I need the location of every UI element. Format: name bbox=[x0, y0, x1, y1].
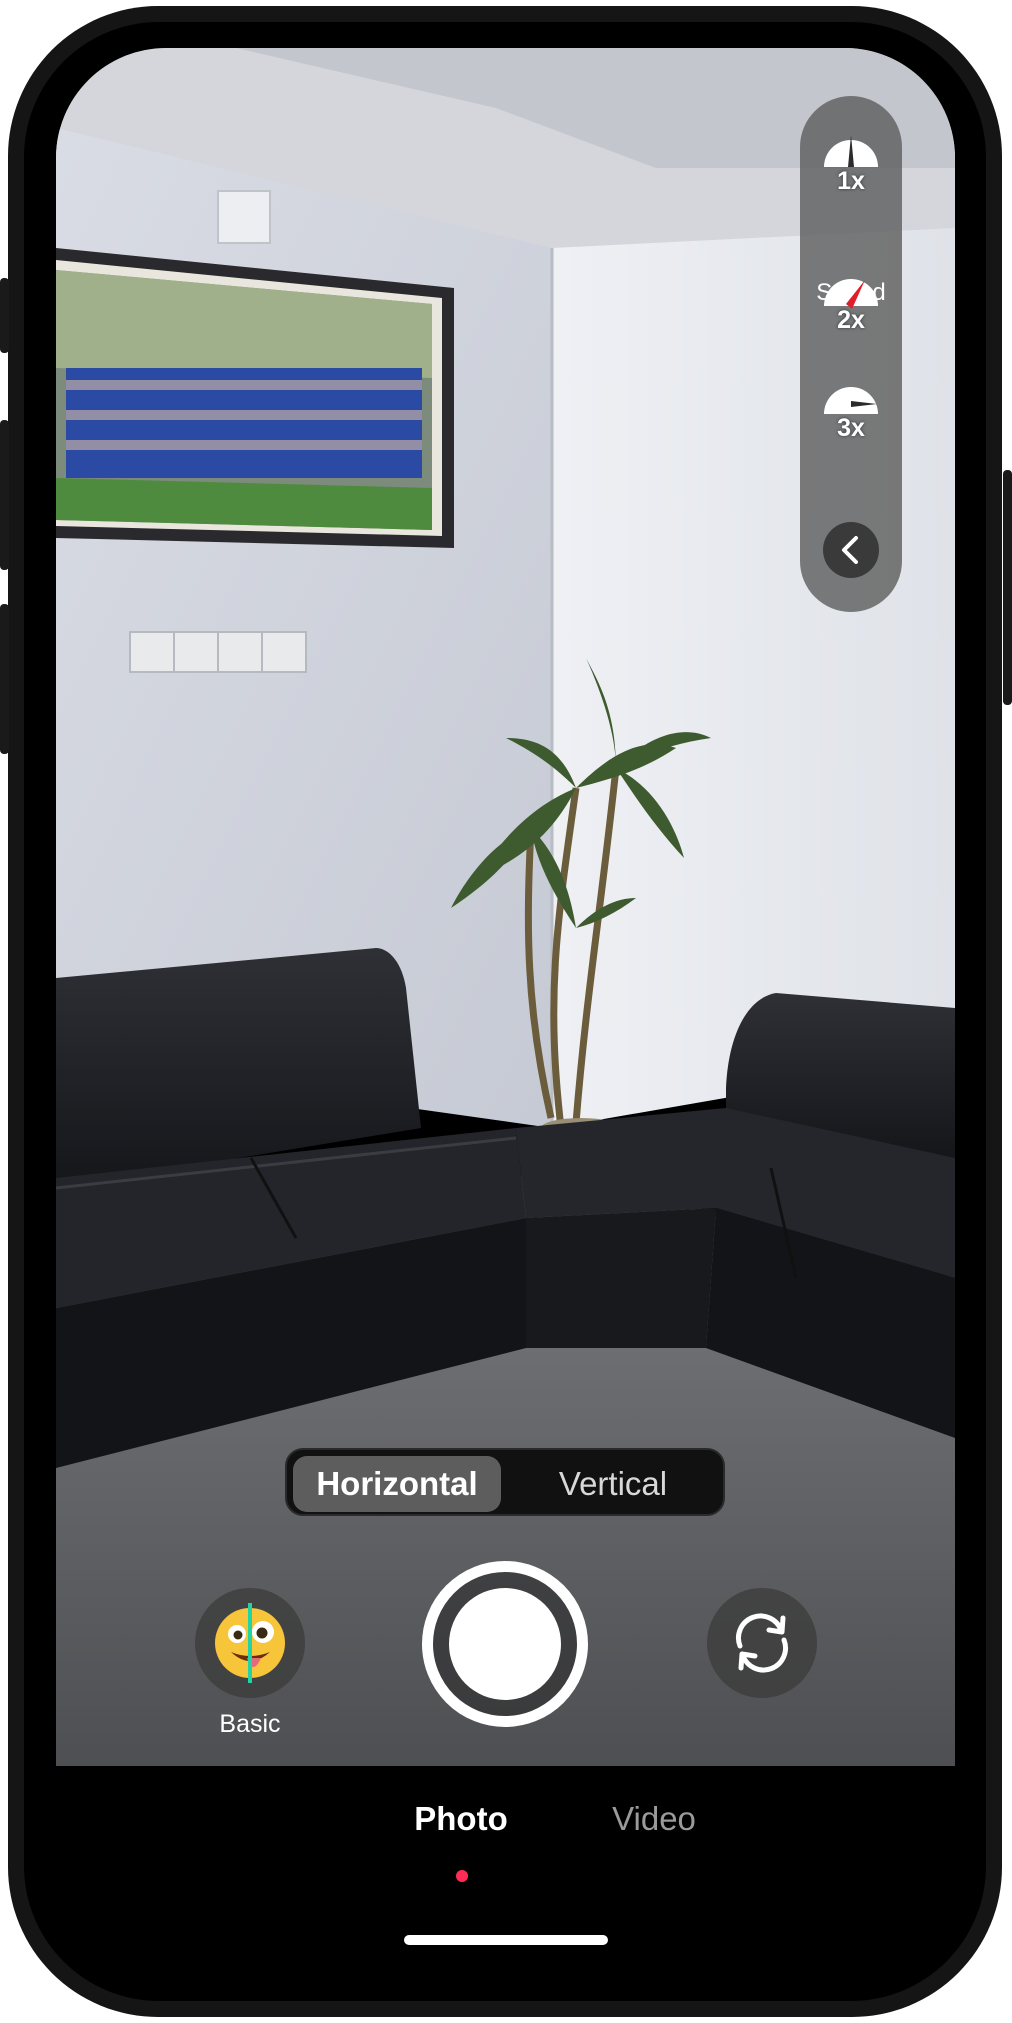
camera-viewfinder[interactable]: 1x Speed 2x 3x bbox=[56, 48, 955, 1766]
shutter-core bbox=[449, 1588, 561, 1700]
speed-option-3x[interactable]: 3x bbox=[800, 374, 902, 464]
flip-camera-button[interactable] bbox=[707, 1588, 817, 1698]
phone-volume-up-button bbox=[0, 420, 9, 570]
orientation-horizontal-option[interactable]: Horizontal bbox=[293, 1456, 501, 1512]
speed-panel: 1x Speed 2x 3x bbox=[800, 96, 902, 612]
speed-multiplier: 1x bbox=[837, 167, 865, 195]
speed-multiplier: 3x bbox=[837, 414, 865, 442]
filter-button[interactable] bbox=[195, 1588, 305, 1698]
orientation-toggle: Horizontal Vertical bbox=[285, 1448, 725, 1516]
mode-video-tab[interactable]: Video bbox=[604, 1800, 704, 1838]
speed-multiplier: 2x bbox=[837, 306, 865, 334]
camera-screen: 1x Speed 2x 3x bbox=[56, 48, 955, 1976]
orientation-vertical-option[interactable]: Vertical bbox=[509, 1456, 717, 1512]
phone-side-button bbox=[0, 278, 9, 353]
speed-option-2x[interactable]: 2x bbox=[800, 266, 902, 356]
selected-mode-indicator bbox=[456, 1870, 468, 1882]
shutter-button[interactable] bbox=[422, 1561, 588, 1727]
chevron-left-icon bbox=[842, 536, 858, 564]
collapse-panel-button[interactable] bbox=[823, 522, 879, 578]
filter-label: Basic bbox=[219, 1710, 281, 1738]
speed-option-1x[interactable]: 1x Speed bbox=[800, 121, 902, 306]
mode-photo-tab[interactable]: Photo bbox=[401, 1800, 521, 1838]
phone-volume-down-button bbox=[0, 604, 9, 754]
camera-flip-icon bbox=[736, 1613, 788, 1673]
mode-bar: Photo Video bbox=[56, 1766, 955, 1976]
emoji-face-icon bbox=[215, 1603, 285, 1683]
phone-power-button bbox=[1003, 470, 1012, 705]
home-indicator[interactable] bbox=[404, 1935, 608, 1945]
